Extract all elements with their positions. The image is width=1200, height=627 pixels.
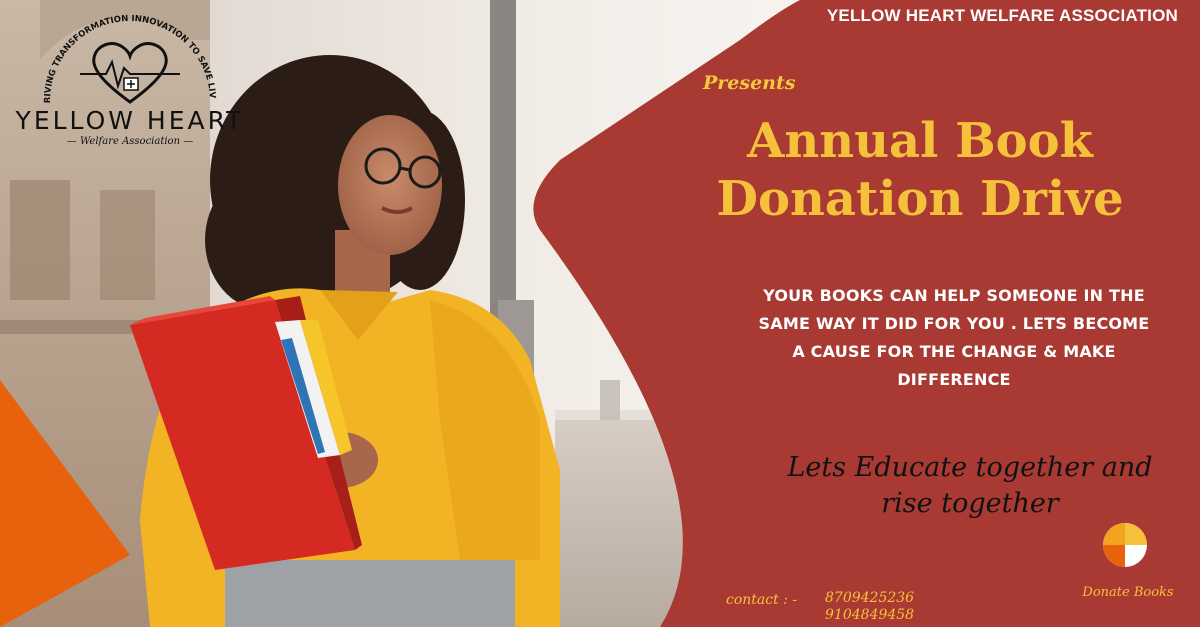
presents-label: Presents xyxy=(703,72,796,94)
heart-icon xyxy=(80,42,180,104)
headline: Annual Book Donation Drive xyxy=(660,112,1180,228)
pitch-text: YOUR BOOKS CAN HELP SOMEONE IN THE SAME … xyxy=(740,282,1168,394)
pitch-line-1: YOUR BOOKS CAN HELP SOMEONE IN THE xyxy=(763,286,1145,305)
slogan-line-1: Lets Educate together and xyxy=(787,452,1153,483)
headline-line-1: Annual Book xyxy=(747,113,1093,169)
organization-logo: DRIVING TRANSFORMATION INNOVATION TO SAV… xyxy=(6,0,250,156)
contact-phones: 8709425236 9104849458 xyxy=(825,590,914,624)
contact-phone-1: 8709425236 xyxy=(825,590,915,606)
logo-subtitle-text: Welfare Association xyxy=(79,136,181,147)
slogan-line-2: rise together xyxy=(881,488,1059,519)
organization-name: YELLOW HEART WELFARE ASSOCIATION xyxy=(826,6,1178,25)
contact-label: contact : - xyxy=(726,592,798,608)
logo-wordmark: YELLOW HEART xyxy=(15,106,245,135)
pitch-line-2: SAME WAY IT DID FOR YOU . LETS BECOME xyxy=(758,314,1150,333)
logo-subtitle: — Welfare Association — xyxy=(66,136,194,147)
donate-books-label: Donate Books xyxy=(1082,585,1174,600)
pitch-line-3: A CAUSE FOR THE CHANGE & MAKE xyxy=(792,342,1116,361)
logo-emblem: DRIVING TRANSFORMATION INNOVATION TO SAV… xyxy=(6,0,217,104)
contact-phone-2: 9104849458 xyxy=(825,607,915,623)
slogan: Lets Educate together and rise together xyxy=(780,450,1160,522)
headline-line-2: Donation Drive xyxy=(716,171,1124,227)
donate-pie-icon xyxy=(1103,523,1147,567)
pitch-line-4: DIFFERENCE xyxy=(897,370,1011,389)
